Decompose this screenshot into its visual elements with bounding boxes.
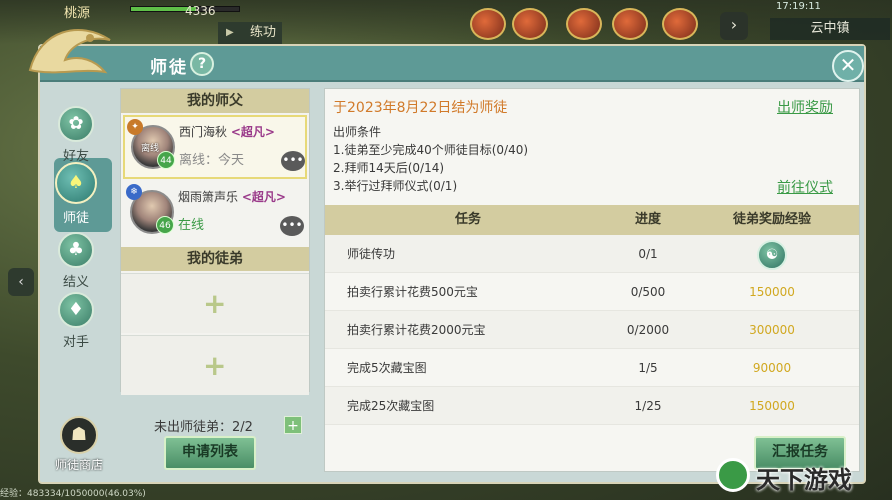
header-task: 任务 (454, 212, 481, 227)
task-reward: ☯ (685, 235, 859, 272)
shop-icon[interactable] (662, 8, 698, 40)
task-progress: 0/2000 (626, 323, 670, 337)
clock: 17:19:11 (776, 1, 821, 12)
shop-label: 师徒商店 (54, 458, 103, 472)
site-watermark: 天下游戏 (716, 456, 886, 496)
task-progress: 1/5 (638, 361, 658, 375)
watermark-logo-icon (716, 458, 750, 492)
conditions-title: 出师条件 (333, 125, 382, 139)
header-progress: 进度 (634, 212, 661, 227)
master-status: 离线：今天 (179, 153, 245, 168)
graduation-reward-link[interactable]: 出师奖励 (777, 97, 833, 117)
top-hud: 桃源 4336 练功 › 17:19:11 云中镇 (0, 0, 892, 44)
task-reward: 150000 (749, 285, 795, 299)
ceremony-link[interactable]: 前往仪式 (777, 177, 833, 197)
table-row: 拍卖行累计花费2000元宝 0/2000 300000 (325, 311, 859, 349)
nav-item-mentorship[interactable]: ♠ 师徒 (52, 162, 100, 228)
level-badge: 44 (157, 151, 175, 169)
class-icon: ❄ (126, 184, 142, 200)
task-name: 师徒传功 (347, 247, 396, 261)
nav-label: 结义 (62, 275, 89, 290)
condition-item: 1.徒弟至少完成40个师徒目标(0/40) (333, 143, 529, 157)
nav-item-brotherhood[interactable]: ♣ 结义 (52, 232, 100, 298)
plus-icon: + (203, 287, 227, 320)
event-icon[interactable] (512, 8, 548, 40)
table-row: 完成5次藏宝图 1/5 90000 (325, 349, 859, 387)
task-name: 拍卖行累计花费500元宝 (347, 285, 478, 299)
master-status: 在线 (178, 218, 205, 233)
chevron-right-icon[interactable]: › (720, 12, 748, 40)
master-card[interactable]: ✦ 离线 44 西门海秋 <超凡> 离线：今天 ••• (123, 115, 307, 179)
master-name: 烟雨箫声乐 <超凡> (178, 190, 286, 204)
condition-item: 3.举行过拜师仪式(0/1) (333, 179, 458, 193)
task-name: 完成25次藏宝图 (347, 399, 435, 413)
skill-reward-icon[interactable]: ☯ (757, 239, 787, 270)
task-reward: 150000 (749, 399, 795, 413)
hp-value: 4336 (185, 4, 216, 18)
mentorship-detail-panel: 于2023年8月22日结为师徒 出师奖励 出师条件 1.徒弟至少完成40个师徒目… (324, 88, 860, 472)
mentorship-dialog: 师徒 ? ✕ ✿ 好友 ♠ 师徒 ♣ 结义 ♦ 对手 ☗ 师徒商店 我的师父 ✦… (28, 29, 866, 484)
plus-icon: + (203, 349, 227, 382)
brotherhood-icon: ♣ (58, 232, 94, 268)
task-table: 任务 进度 徒弟奖励经验 师徒传功 0/1 ☯ 拍卖行累计花费500元宝 0/5… (325, 205, 859, 425)
exp-readout: 经验：483334/1050000(46.03%) (0, 489, 146, 499)
chat-icon[interactable]: ••• (281, 151, 305, 171)
class-icon: ✦ (127, 119, 143, 135)
task-reward: 300000 (749, 323, 795, 337)
rivals-icon: ♦ (58, 292, 94, 328)
character-icon[interactable] (612, 8, 648, 40)
apprentice-count: 未出师徒弟：2/2 (154, 420, 253, 435)
level-badge: 46 (156, 216, 174, 234)
watermark-text: 天下游戏 (756, 466, 852, 494)
application-list-button[interactable]: 申请列表 (164, 436, 256, 470)
header-reward: 徒弟奖励经验 (732, 212, 811, 227)
dragon-emblem-icon (28, 29, 111, 74)
apprentice-slot[interactable]: + (121, 273, 309, 333)
dialog-header: 师徒 ? ✕ (40, 46, 864, 82)
practice-button[interactable]: 练功 (218, 22, 282, 44)
chat-icon[interactable]: ••• (280, 216, 304, 236)
task-reward: 90000 (752, 361, 792, 375)
table-row: 师徒传功 0/1 ☯ (325, 235, 859, 273)
friends-icon: ✿ (58, 106, 94, 142)
relation-date: 于2023年8月22日结为师徒 (333, 100, 508, 116)
mentorship-icon: ♠ (55, 162, 97, 204)
add-apprentice-button[interactable]: + (284, 416, 302, 434)
relations-panel: 我的师父 ✦ 离线 44 西门海秋 <超凡> 离线：今天 ••• ❄ 46 烟雨… (120, 88, 310, 395)
chevron-left-icon[interactable]: ‹ (8, 268, 34, 296)
master-section-title: 我的师父 (121, 89, 309, 113)
nav-label: 师徒 (62, 211, 89, 226)
apprentice-section-title: 我的徒弟 (121, 247, 309, 271)
task-progress: 1/25 (634, 399, 662, 413)
nav-item-rivals[interactable]: ♦ 对手 (52, 292, 100, 358)
condition-item: 2.拜师14天后(0/14) (333, 161, 445, 175)
master-card[interactable]: ❄ 46 烟雨箫声乐 <超凡> 在线 ••• (123, 181, 307, 245)
task-progress: 0/500 (630, 285, 666, 299)
master-name: 西门海秋 <超凡> (179, 125, 275, 139)
close-button[interactable]: ✕ (832, 50, 864, 82)
dialog-title: 师徒 (150, 58, 188, 78)
table-row: 拍卖行累计花费500元宝 0/500 150000 (325, 273, 859, 311)
help-button[interactable]: ? (190, 52, 214, 76)
task-name: 完成5次藏宝图 (347, 361, 427, 375)
reward-icon[interactable] (566, 8, 602, 40)
mentorship-shop-button[interactable]: ☗ 师徒商店 (52, 416, 106, 473)
table-header: 任务 进度 徒弟奖励经验 (325, 205, 859, 235)
offline-tag: 离线 (141, 144, 160, 154)
location-label: 云中镇 (770, 18, 890, 40)
shop-icon: ☗ (60, 416, 98, 454)
task-progress: 0/1 (638, 247, 658, 261)
apprentice-slot[interactable]: + (121, 335, 309, 395)
activity-icon[interactable] (470, 8, 506, 40)
table-row: 完成25次藏宝图 1/25 150000 (325, 387, 859, 425)
task-name: 拍卖行累计花费2000元宝 (347, 323, 486, 337)
nav-label: 对手 (62, 335, 89, 350)
